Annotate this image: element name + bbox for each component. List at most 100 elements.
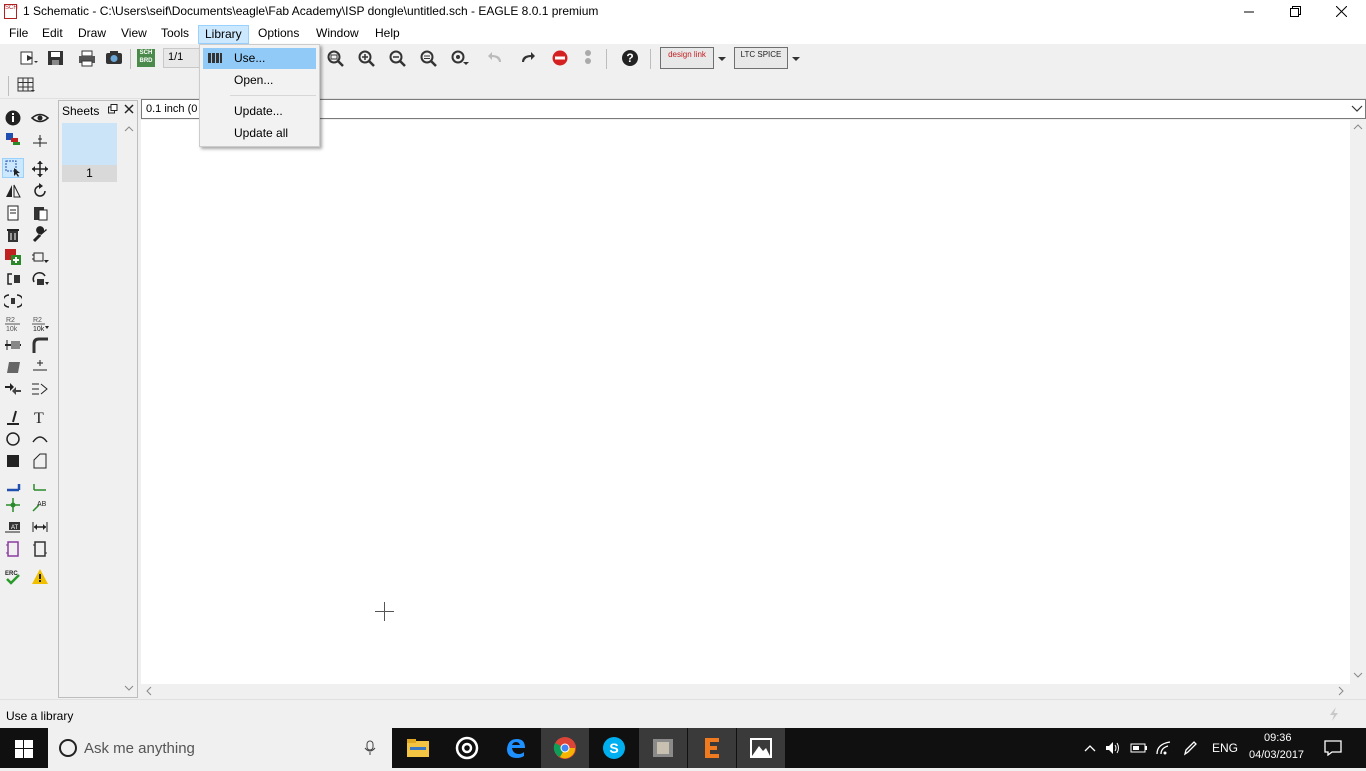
save-icon[interactable] bbox=[46, 49, 66, 67]
invoke-gate-icon[interactable] bbox=[4, 270, 22, 288]
microphone-icon[interactable] bbox=[364, 740, 376, 756]
circle-icon[interactable] bbox=[4, 430, 22, 448]
frame-icon[interactable] bbox=[4, 540, 22, 558]
menu-item-update-all[interactable]: Update all bbox=[203, 123, 316, 144]
rectangle-icon[interactable] bbox=[4, 452, 22, 470]
chevron-down-icon[interactable] bbox=[716, 49, 728, 67]
chrome-app[interactable] bbox=[541, 728, 589, 768]
help-icon[interactable]: ? bbox=[620, 49, 640, 67]
chevron-down-icon[interactable] bbox=[1351, 105, 1363, 113]
text-icon[interactable]: T bbox=[31, 408, 49, 426]
gateswap-icon[interactable] bbox=[4, 292, 22, 310]
schematic-canvas[interactable] bbox=[141, 120, 1350, 684]
menu-file[interactable]: File bbox=[7, 25, 30, 44]
wire-icon[interactable] bbox=[4, 408, 22, 426]
open-file-icon[interactable] bbox=[18, 49, 38, 67]
sheets-scrollbar[interactable] bbox=[121, 121, 137, 697]
menu-item-open[interactable]: Open... bbox=[203, 70, 316, 91]
mirror-icon[interactable] bbox=[4, 182, 22, 200]
command-line[interactable]: 0.1 inch (0 bbox=[141, 99, 1366, 119]
miter-icon[interactable] bbox=[31, 336, 49, 354]
replace-icon[interactable] bbox=[31, 248, 49, 266]
sheet-thumbnail[interactable]: 1 bbox=[62, 123, 117, 182]
lightning-icon[interactable] bbox=[1327, 706, 1341, 722]
change-wrench-icon[interactable] bbox=[31, 226, 49, 244]
name-icon[interactable]: R210k bbox=[4, 314, 22, 332]
show-eye-icon[interactable] bbox=[31, 109, 49, 127]
menu-edit[interactable]: Edit bbox=[40, 25, 65, 44]
minimize-button[interactable] bbox=[1226, 0, 1272, 23]
zoom-out-icon[interactable] bbox=[388, 49, 408, 67]
menu-library[interactable]: Library bbox=[198, 25, 249, 44]
value-icon[interactable]: R210k bbox=[31, 314, 49, 332]
ltspice-button[interactable]: LTC SPICE bbox=[734, 47, 788, 69]
net-icon[interactable] bbox=[31, 474, 49, 492]
smash-icon[interactable] bbox=[31, 358, 49, 376]
chevron-down-icon[interactable] bbox=[790, 49, 802, 67]
module-icon[interactable] bbox=[31, 540, 49, 558]
language-indicator[interactable]: ENG bbox=[1212, 741, 1238, 755]
paste-icon[interactable] bbox=[31, 204, 49, 222]
scroll-down-icon[interactable] bbox=[124, 684, 134, 692]
file-explorer-app[interactable] bbox=[394, 728, 442, 768]
scroll-left-icon[interactable] bbox=[145, 686, 153, 696]
add-part-icon[interactable] bbox=[4, 248, 22, 266]
attribute-text-icon[interactable]: AT bbox=[4, 518, 22, 536]
zoom-redraw-icon[interactable] bbox=[419, 49, 439, 67]
arc-icon[interactable] bbox=[31, 430, 49, 448]
rotate-icon[interactable] bbox=[31, 182, 49, 200]
scroll-up-icon[interactable] bbox=[124, 125, 134, 133]
print-icon[interactable] bbox=[77, 49, 97, 67]
cortana-search-box[interactable]: Ask me anything bbox=[48, 728, 392, 768]
swap-icon[interactable] bbox=[31, 270, 49, 288]
skype-app[interactable]: S bbox=[590, 728, 638, 768]
designlink-button[interactable]: design link bbox=[660, 47, 714, 69]
sheet-select[interactable]: 1/1 bbox=[163, 48, 201, 68]
undock-icon[interactable] bbox=[108, 104, 118, 114]
menu-item-update[interactable]: Update... bbox=[203, 101, 316, 122]
generic-app[interactable] bbox=[639, 728, 687, 768]
warning-icon[interactable] bbox=[31, 568, 49, 586]
display-layers-icon[interactable] bbox=[4, 131, 22, 149]
close-button[interactable] bbox=[1318, 0, 1364, 23]
bus-icon[interactable] bbox=[4, 474, 22, 492]
erc-check-icon[interactable]: ERC bbox=[4, 568, 22, 586]
menu-view[interactable]: View bbox=[119, 25, 149, 44]
menu-tools[interactable]: Tools bbox=[159, 25, 191, 44]
dimension-icon[interactable] bbox=[31, 518, 49, 536]
menu-draw[interactable]: Draw bbox=[76, 25, 108, 44]
scroll-down-icon[interactable] bbox=[1353, 671, 1363, 679]
redo-icon[interactable] bbox=[517, 49, 537, 67]
info-icon[interactable] bbox=[4, 109, 22, 127]
volume-icon[interactable] bbox=[1105, 740, 1121, 756]
canvas-horizontal-scrollbar[interactable] bbox=[141, 684, 1350, 698]
groove-music-app[interactable] bbox=[443, 728, 491, 768]
windows-start-icon[interactable] bbox=[15, 740, 33, 758]
wifi-icon[interactable] bbox=[1156, 740, 1172, 756]
action-center-icon[interactable] bbox=[1324, 740, 1342, 756]
junction-icon[interactable] bbox=[4, 496, 22, 514]
split-icon[interactable] bbox=[4, 336, 22, 354]
polygon-icon[interactable] bbox=[31, 452, 49, 470]
cam-processor-icon[interactable] bbox=[104, 49, 124, 67]
grid-icon[interactable] bbox=[16, 76, 36, 94]
edge-browser-app[interactable] bbox=[492, 728, 540, 768]
tray-chevron-up-icon[interactable] bbox=[1084, 743, 1096, 753]
stop-icon[interactable] bbox=[550, 49, 570, 67]
menu-window[interactable]: Window bbox=[314, 25, 361, 44]
delete-trash-icon[interactable] bbox=[4, 226, 22, 244]
menu-item-use[interactable]: Use... bbox=[203, 48, 316, 69]
photos-app[interactable] bbox=[737, 728, 785, 768]
copy-icon[interactable] bbox=[4, 204, 22, 222]
mark-icon[interactable] bbox=[31, 131, 49, 149]
zoom-fit-icon[interactable] bbox=[326, 49, 346, 67]
attribute-icon[interactable] bbox=[31, 380, 49, 398]
sch-brd-switch-button[interactable]: SCH BRD bbox=[137, 49, 155, 67]
scroll-up-icon[interactable] bbox=[1353, 123, 1363, 131]
scroll-right-icon[interactable] bbox=[1337, 686, 1345, 696]
clock-date[interactable]: 04/03/2017 bbox=[1249, 749, 1304, 761]
pinswap-icon[interactable] bbox=[4, 380, 22, 398]
eagle-app[interactable] bbox=[688, 728, 736, 768]
zoom-select-icon[interactable] bbox=[450, 49, 470, 67]
zoom-in-icon[interactable] bbox=[357, 49, 377, 67]
